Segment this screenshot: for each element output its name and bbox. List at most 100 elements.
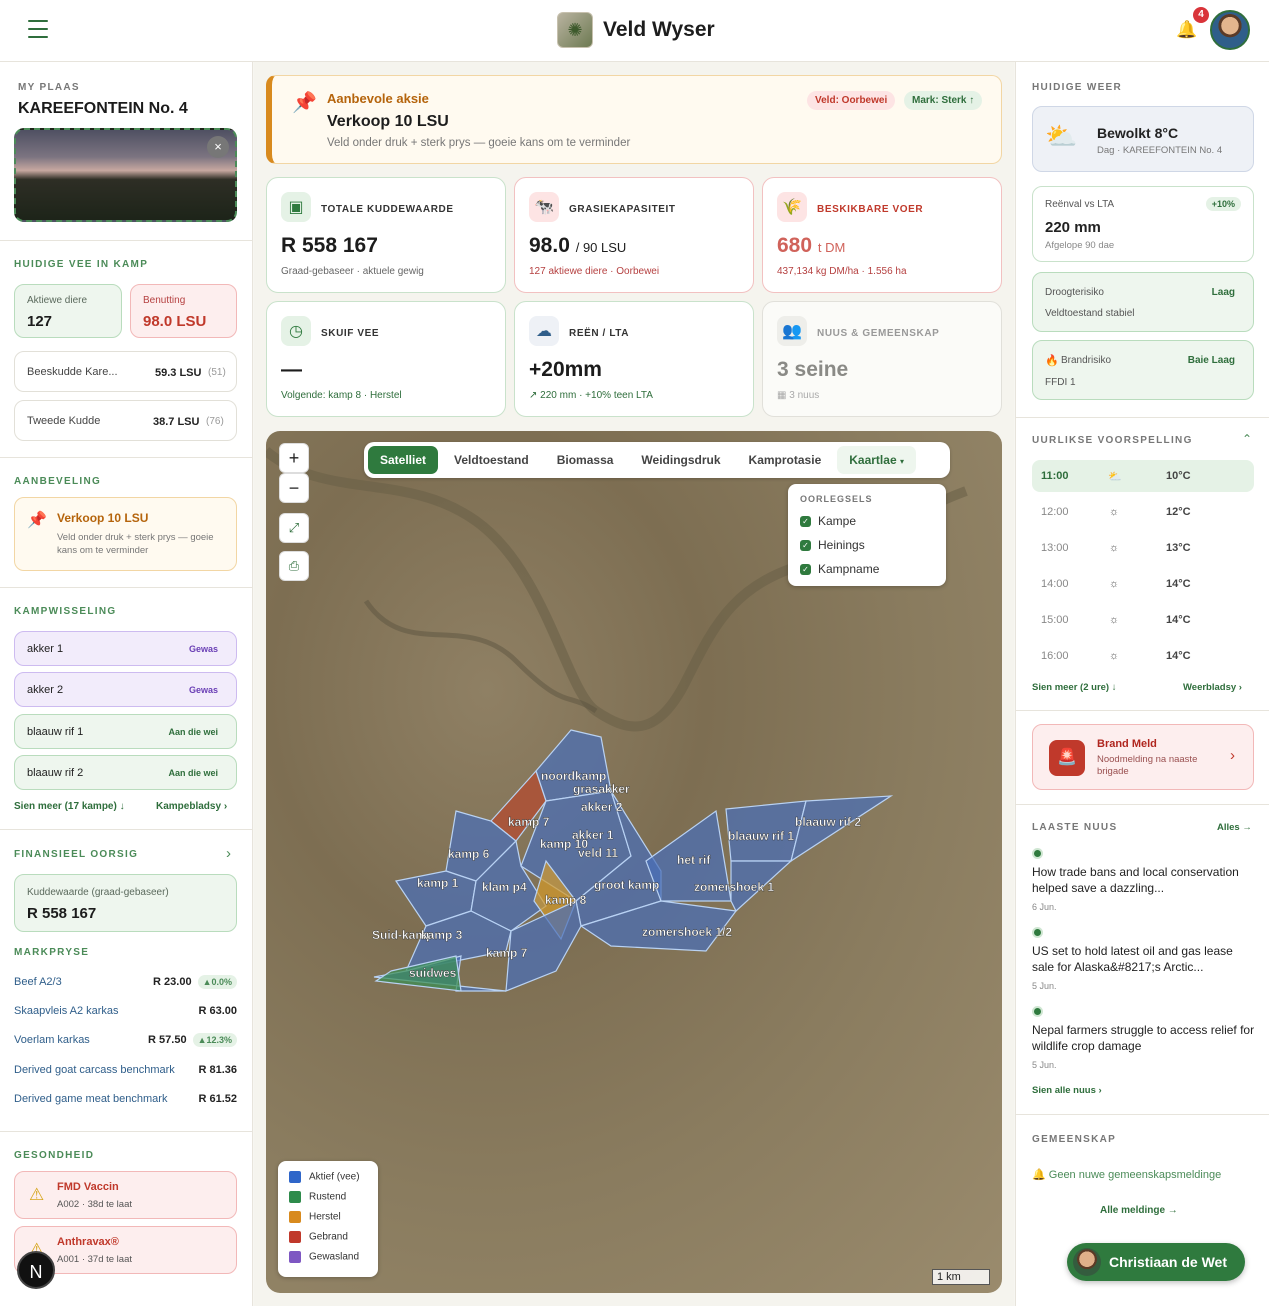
app-title: Veld Wyser [603,18,715,41]
herd-row[interactable]: Beeskudde Kare... 59.3 LSU (51) [14,351,237,392]
rain-cloud-icon: ☁ [529,316,559,346]
chevron-up-icon[interactable]: ⌃ [1242,432,1252,446]
overlay-option[interactable]: ✓ Kampe [800,514,856,528]
livestock-section-title: HUIDIGE VEE IN KAMP [14,259,149,270]
weather-page-link[interactable]: Weerbladsy › [1183,682,1242,693]
sun-icon: ☼ [1109,614,1120,626]
brand[interactable]: ✺ Veld Wyser [557,12,715,48]
people-icon: 👥 [777,316,807,346]
all-notifications-link[interactable]: Alle meldinge → [1100,1205,1178,1216]
zoom-out-button[interactable]: − [279,473,309,503]
zoom-in-button[interactable]: + [279,443,309,473]
checkbox-icon[interactable]: ✓ [800,564,811,576]
market-row: Skaapvleis A2 karkas R 63.00 [14,1005,237,1017]
drought-card[interactable]: Droogterisiko Laag Veldtoestand stabiel [1032,272,1254,332]
camp-name: blaauw rif 2 [27,767,84,779]
current-weather-card[interactable]: ⛅ Bewolkt 8°C Dag · KAREEFONTEIN No. 4 [1032,106,1254,172]
camp-row[interactable]: blaauw rif 2 Aan die wei [14,755,237,790]
market-price: R 81.36 [198,1064,237,1076]
wallet-icon: ▣ [281,192,311,222]
kpi-unit: / 90 LSU [575,240,627,255]
tab-camp-rotation[interactable]: Kamprotasie [737,446,834,474]
kpi-rain-lta[interactable]: ☁ REËN / LTA +20mm ↗ 220 mm · +10% teen … [514,301,754,417]
news-title[interactable]: Nepal farmers struggle to access relief … [1032,1022,1256,1054]
camp-label: kamp 6 [448,847,490,861]
tab-biomass[interactable]: Biomassa [545,446,626,474]
n-icon[interactable]: N [17,1251,55,1289]
kpi-grazing-capacity[interactable]: 🐄 GRASIEKAPASITEIT 98.0 / 90 LSU 127 akt… [514,177,754,293]
camp-label: grasakker [573,782,630,796]
top-bar: ✺ Veld Wyser 🔔 4 [0,0,1269,62]
camp-status: Gewas [188,644,218,654]
legend-item: Gewasland [289,1251,367,1263]
kpi-herd-value[interactable]: ▣ TOTALE KUDDEWAARDE R 558 167 Graad-geb… [266,177,506,293]
bell-icon[interactable]: 🔔 [1176,20,1197,40]
hour-temp: 13°C [1166,542,1191,554]
legend-item: Aktief (vee) [289,1171,367,1183]
kpi-news-community[interactable]: 👥 NUUS & GEMEENSKAP 3 seine ▦ 3 nuus [762,301,1002,417]
hour-time: 14:00 [1041,578,1069,590]
map-layers-dropdown[interactable]: Kaartlae ▾ [837,446,916,474]
user-pill[interactable]: Christiaan de Wet [1067,1243,1245,1281]
fire-alarm-button[interactable]: 🚨 Brand Meld Noodmelding na naaste briga… [1032,724,1254,790]
fire-badge: Baie Laag [1187,355,1235,366]
close-icon[interactable]: × [207,136,229,158]
market-name: Beef A2/3 [14,976,62,988]
overlay-option[interactable]: ✓ Heinings [800,538,865,552]
checkbox-icon[interactable]: ✓ [800,540,811,552]
see-more-hours[interactable]: Sien meer (2 ure) ↓ [1032,682,1116,693]
tab-grazing-pressure[interactable]: Weidingsdruk [629,446,732,474]
community-section-title: GEMEENSKAP [1032,1134,1117,1145]
kpi-available-feed[interactable]: 🌾 BESKIKBARE VOER 680 t DM 437,134 kg DM… [762,177,1002,293]
herd-row[interactable]: Tweede Kudde 38.7 LSU (76) [14,400,237,441]
see-all-news[interactable]: Sien alle nuus › [1032,1085,1102,1096]
chevron-right-icon[interactable]: › [226,845,231,862]
weather-page-label: Weerbladsy [1183,682,1237,693]
partly-cloudy-icon: ⛅ [1108,470,1122,483]
fullscreen-icon[interactable]: ⤢ [279,513,309,543]
camp-row[interactable]: akker 1 Gewas [14,631,237,666]
recommended-action-banner[interactable]: 📌 Aanbevole aksie Verkoop 10 LSU Veld on… [266,75,1002,164]
print-icon[interactable]: ⎙ [279,551,309,581]
finance-card[interactable]: Kuddewaarde (graad-gebaseer) R 558 167 [14,874,237,932]
status-legend: Aktief (vee) Rustend Herstel Gebrand Gew… [278,1161,378,1277]
hour-temp: 14°C [1166,650,1191,662]
news-section-title: LAASTE NUUS [1032,822,1118,833]
chevron-right-icon: › [223,801,228,812]
camps-page-link[interactable]: Kampebladsy › [156,801,227,812]
hour-time: 12:00 [1041,506,1069,518]
camp-row[interactable]: akker 2 Gewas [14,672,237,707]
map-scale: 1 km [932,1269,990,1285]
notification-badge: 4 [1193,7,1209,23]
avatar[interactable] [1210,10,1250,50]
tab-field-condition[interactable]: Veldtoestand [442,446,541,474]
siren-icon: 🚨 [1049,740,1085,776]
kpi-move-livestock[interactable]: ◷ SKUIF VEE — Volgende: kamp 8 · Herstel [266,301,506,417]
see-more-camps[interactable]: Sien meer (17 kampe) ↓ [14,801,125,812]
hour-row: 12:00 ☼ 12°C [1032,496,1254,528]
overlay-label: Kampname [818,562,880,576]
camp-label: kamp 7 [508,815,550,829]
camp-row[interactable]: blaauw rif 1 Aan die wei [14,714,237,749]
menu-icon[interactable] [28,20,48,38]
fire-risk-card[interactable]: 🔥 Brandrisiko Baie Laag FFDI 1 [1032,340,1254,400]
farm-map[interactable]: noordkamp grasakker akker 2 kamp 7 akker… [266,431,1002,1293]
hour-row: 16:00 ☼ 14°C [1032,640,1254,672]
tab-satellite[interactable]: Satelliet [368,446,439,474]
kpi-sub: 437,134 kg DM/ha · 1.556 ha [777,266,907,277]
grass-icon: 🌾 [777,192,807,222]
recommendation-card[interactable]: 📌 Verkoop 10 LSU Veld onder druk + sterk… [14,497,237,571]
markets-section-title: MARKPRYSE [14,947,90,958]
farm-name: KAREEFONTEIN No. 4 [18,100,188,117]
rainfall-card[interactable]: Reënval vs LTA +10% 220 mm Afgelope 90 d… [1032,186,1254,262]
hour-temp: 14°C [1166,614,1191,626]
news-title[interactable]: How trade bans and local conservation he… [1032,864,1256,896]
rotation-section-title: KAMPWISSELING [14,606,117,617]
health-alert[interactable]: ⚠ FMD Vaccin A002 · 38d te laat [14,1171,237,1219]
herd-name: Tweede Kudde [27,415,101,427]
overlay-option[interactable]: ✓ Kampname [800,562,879,576]
swatch-icon [289,1231,301,1243]
checkbox-icon[interactable]: ✓ [800,516,811,528]
news-all-link[interactable]: Alles → [1217,822,1252,833]
news-title[interactable]: US set to hold latest oil and gas lease … [1032,943,1256,975]
